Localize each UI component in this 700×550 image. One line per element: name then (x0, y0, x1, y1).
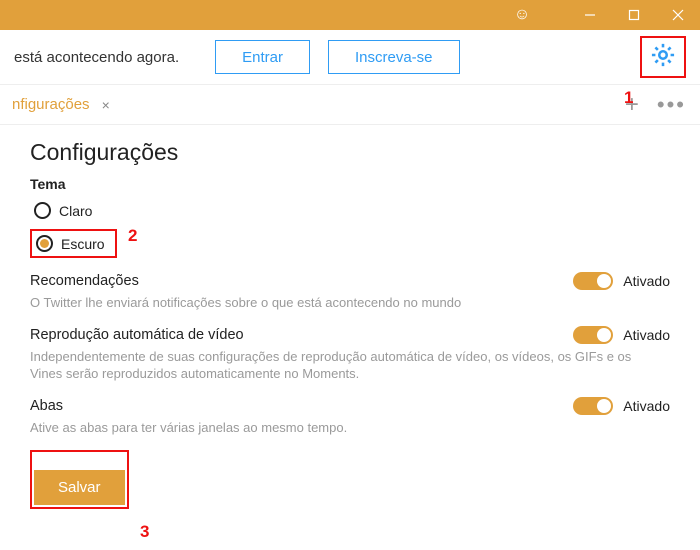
save-button[interactable]: Salvar (34, 470, 125, 505)
close-icon[interactable] (656, 0, 700, 30)
toggle-label: Ativado (623, 398, 670, 414)
gear-icon[interactable] (649, 41, 677, 74)
radio-icon (34, 202, 51, 219)
login-button[interactable]: Entrar (215, 40, 310, 74)
setting-desc: Ative as abas para ter várias janelas ao… (30, 419, 650, 437)
tab-settings[interactable]: nfigurações (6, 96, 96, 113)
more-icon[interactable]: ••• (649, 92, 694, 118)
setting-title: Reprodução automática de vídeo (30, 327, 244, 343)
annotation-3: 3 (140, 522, 149, 542)
annotation-2: 2 (128, 226, 137, 246)
radio-theme-dark[interactable]: Escuro (30, 229, 117, 258)
settings-gear-highlight (640, 36, 686, 78)
setting-title: Abas (30, 398, 63, 414)
page-title: Configurações (30, 139, 670, 166)
setting-desc: O Twitter lhe enviará notificações sobre… (30, 294, 650, 312)
radio-label: Claro (59, 203, 92, 219)
annotation-1: 1 (624, 88, 633, 108)
radio-theme-light[interactable]: Claro (30, 200, 96, 221)
window-titlebar: ☺ (0, 0, 700, 30)
setting-recommendations: Recomendações Ativado (30, 272, 670, 290)
setting-title: Recomendações (30, 273, 139, 289)
radio-icon (36, 235, 53, 252)
settings-content: Configurações Tema Claro 2 Escuro Recome… (0, 125, 700, 523)
setting-video-autoplay: Reprodução automática de vídeo Ativado (30, 326, 670, 344)
signup-button[interactable]: Inscreva-se (328, 40, 460, 74)
radio-label: Escuro (61, 236, 105, 252)
theme-label: Tema (30, 176, 670, 192)
toggle-video[interactable] (573, 326, 613, 344)
emoji-icon[interactable]: ☺ (500, 0, 544, 30)
toggle-tabs[interactable] (573, 397, 613, 415)
toggle-recommendations[interactable] (573, 272, 613, 290)
promo-text: está acontecendo agora. (14, 49, 179, 66)
minimize-icon[interactable] (568, 0, 612, 30)
tab-strip: nfigurações × + ••• (0, 85, 700, 125)
toggle-label: Ativado (623, 273, 670, 289)
setting-tabs: Abas Ativado (30, 397, 670, 415)
save-highlight: Salvar (30, 450, 129, 509)
toggle-label: Ativado (623, 327, 670, 343)
maximize-icon[interactable] (612, 0, 656, 30)
promo-bar: está acontecendo agora. Entrar Inscreva-… (0, 30, 700, 85)
setting-desc: Independentemente de suas configurações … (30, 348, 650, 383)
tab-close-icon[interactable]: × (102, 97, 110, 113)
